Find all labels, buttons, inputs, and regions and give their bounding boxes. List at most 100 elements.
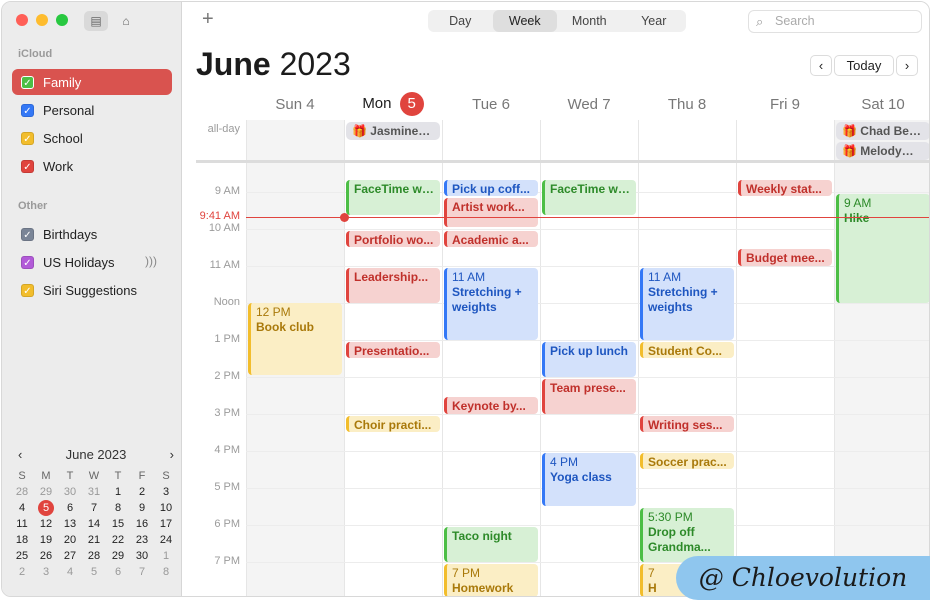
calendar-event[interactable]: Leadership...	[346, 267, 440, 303]
mini-day[interactable]: 2	[10, 564, 34, 580]
calendar-event[interactable]: Budget mee...	[738, 249, 832, 266]
mini-day[interactable]: 30	[130, 548, 154, 564]
view-month-tab[interactable]: Month	[557, 10, 622, 32]
close-window-button[interactable]	[16, 14, 28, 26]
previous-week-button[interactable]: ‹	[810, 55, 832, 76]
week-grid[interactable]: all-day 9 AM 10 AM 11 AM Noon 1 PM 2 PM 3 PM 4 P…	[182, 120, 929, 596]
calendar-event[interactable]: Presentatio...	[346, 341, 440, 359]
calendar-event[interactable]: Team prese...	[542, 378, 636, 414]
sidebar-calendar-work[interactable]: ✓ Work	[12, 153, 172, 179]
mini-day[interactable]: 13	[58, 516, 82, 532]
mini-day[interactable]: 15	[106, 516, 130, 532]
mini-day[interactable]: 2	[130, 484, 154, 500]
calendar-event[interactable]: Portfolio wo...	[346, 230, 440, 248]
view-week-tab[interactable]: Week	[492, 10, 557, 32]
checkbox-icon[interactable]: ✓	[21, 75, 34, 89]
calendar-event[interactable]: Student Co...	[640, 341, 734, 359]
sidebar-calendar-us-holidays[interactable]: ✓ US Holidays	[12, 249, 172, 275]
mini-day[interactable]: 19	[34, 532, 58, 548]
calendar-event[interactable]: Keynote by...	[444, 397, 538, 414]
all-day-event[interactable]: 🎁 Jasmine…	[346, 122, 440, 140]
next-week-button[interactable]: ›	[896, 55, 918, 76]
mini-day[interactable]: 28	[82, 548, 106, 564]
mini-day[interactable]: 3	[154, 484, 178, 500]
day-header-sat[interactable]: Sat 10	[834, 96, 929, 114]
calendar-event[interactable]: 4 PM Yoga class	[542, 452, 636, 507]
calendar-event[interactable]: Pick up coff...	[444, 179, 538, 197]
calendar-event[interactable]: 11 AM Stretching + weights	[640, 267, 734, 340]
day-header-thu[interactable]: Thu 8	[638, 96, 736, 114]
mini-day[interactable]: 4	[58, 564, 82, 580]
zoom-window-button[interactable]	[56, 14, 68, 26]
mini-day[interactable]: 8	[154, 564, 178, 580]
mini-day[interactable]: 17	[154, 516, 178, 532]
mini-day[interactable]: 24	[154, 532, 178, 548]
mini-day[interactable]: 22	[106, 532, 130, 548]
day-header-wed[interactable]: Wed 7	[540, 96, 638, 114]
mini-day[interactable]: 12	[34, 516, 58, 532]
mini-day[interactable]: 29	[106, 548, 130, 564]
minimize-window-button[interactable]	[36, 14, 48, 26]
calendar-event[interactable]: Pick up lunch	[542, 341, 636, 377]
checkbox-icon[interactable]: ✓	[21, 131, 34, 145]
calendar-list-icon[interactable]: ▤	[84, 11, 108, 31]
mini-today-badge[interactable]: 5	[38, 500, 54, 516]
checkbox-icon[interactable]: ✓	[21, 159, 34, 173]
checkbox-icon[interactable]: ✓	[21, 255, 34, 269]
mini-day[interactable]: 16	[130, 516, 154, 532]
mini-day[interactable]: 1	[154, 548, 178, 564]
view-day-tab[interactable]: Day	[428, 10, 493, 32]
mini-day[interactable]: 29	[34, 484, 58, 500]
calendar-event[interactable]: Artist work...	[444, 198, 538, 227]
day-header-mon[interactable]: Mon 5	[344, 92, 442, 116]
mini-day[interactable]: 10	[154, 500, 178, 516]
mini-day[interactable]: 7	[82, 500, 106, 516]
mini-day[interactable]: 3	[34, 564, 58, 580]
plus-icon[interactable]: +	[202, 8, 214, 31]
calendar-event[interactable]: Writing ses...	[640, 415, 734, 433]
calendar-event[interactable]: 7 PM Homework	[444, 563, 538, 596]
mini-day[interactable]: 21	[82, 532, 106, 548]
mini-next-month-icon[interactable]: ›	[170, 447, 174, 462]
calendar-event[interactable]: FaceTime wi...	[542, 179, 636, 215]
mini-day[interactable]: 23	[130, 532, 154, 548]
sidebar-calendar-birthdays[interactable]: ✓ Birthdays	[12, 221, 172, 247]
mini-day[interactable]: 11	[10, 516, 34, 532]
calendar-event[interactable]: Weekly stat...	[738, 179, 832, 197]
calendar-event[interactable]: 5:30 PM Drop off Grandma...	[640, 508, 734, 562]
mini-day[interactable]: 9	[130, 500, 154, 516]
sidebar-calendar-siri-suggestions[interactable]: ✓ Siri Suggestions	[12, 277, 172, 303]
sidebar-calendar-school[interactable]: ✓ School	[12, 125, 172, 151]
calendar-event[interactable]: Taco night	[444, 526, 538, 562]
calendar-event[interactable]: Academic a...	[444, 230, 538, 248]
day-header-fri[interactable]: Fri 9	[736, 96, 834, 114]
view-year-tab[interactable]: Year	[622, 10, 687, 32]
search-field[interactable]: ⌕ Search	[748, 10, 922, 33]
mini-day[interactable]: 5	[82, 564, 106, 580]
mini-day[interactable]: 31	[82, 484, 106, 500]
day-header-tue[interactable]: Tue 6	[442, 96, 540, 114]
inbox-icon[interactable]: ⌂	[114, 11, 138, 31]
calendar-event[interactable]: 9 AM Hike	[836, 193, 929, 303]
checkbox-icon[interactable]: ✓	[21, 227, 34, 241]
mini-day[interactable]: 6	[106, 564, 130, 580]
mini-day[interactable]: 25	[10, 548, 34, 564]
mini-day[interactable]: 4	[10, 500, 34, 516]
mini-day[interactable]: 6	[58, 500, 82, 516]
calendar-event[interactable]: Choir practi...	[346, 415, 440, 433]
checkbox-icon[interactable]: ✓	[21, 283, 34, 297]
mini-day[interactable]: 8	[106, 500, 130, 516]
calendar-event[interactable]: FaceTime wi...	[346, 179, 440, 215]
mini-day[interactable]: 18	[10, 532, 34, 548]
calendar-event[interactable]: 12 PM Book club	[248, 303, 342, 375]
calendar-event[interactable]: 11 AM Stretching + weights	[444, 267, 538, 340]
sidebar-calendar-family[interactable]: ✓ Family	[12, 69, 172, 95]
mini-day[interactable]: 5	[34, 500, 58, 516]
today-button[interactable]: Today	[834, 55, 894, 76]
calendar-event[interactable]: Soccer prac...	[640, 452, 734, 470]
mini-day[interactable]: 28	[10, 484, 34, 500]
mini-day[interactable]: 7	[130, 564, 154, 580]
mini-day[interactable]: 14	[82, 516, 106, 532]
mini-day[interactable]: 1	[106, 484, 130, 500]
mini-day[interactable]: 30	[58, 484, 82, 500]
